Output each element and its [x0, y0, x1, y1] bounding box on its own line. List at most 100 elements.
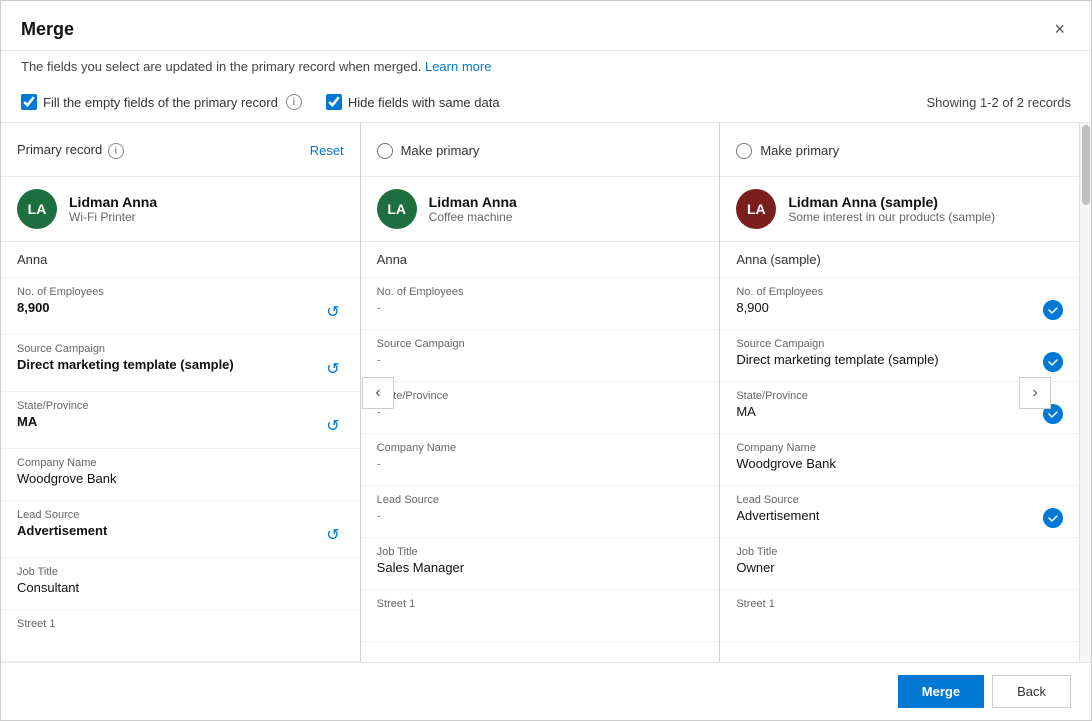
col3-label-employees: No. of Employees	[736, 286, 1035, 298]
col3-value-campaign: Direct marketing template (sample)	[736, 352, 1035, 367]
col1-label-leadsource: Lead Source	[17, 509, 322, 521]
col2-column: Make primary LA Lidman Anna Coffee machi…	[361, 123, 721, 662]
col1-field-employees: No. of Employees 8,900 ↺	[1, 278, 360, 335]
col2-label-campaign: Source Campaign	[377, 338, 704, 350]
col2-label-jobtitle: Job Title	[377, 546, 704, 558]
dialog-subtitle: The fields you select are updated in the…	[1, 51, 1091, 86]
col1-action-leadsource[interactable]: ↺	[322, 521, 343, 549]
primary-info-icon[interactable]: i	[108, 143, 124, 159]
scrollbar[interactable]	[1079, 123, 1091, 662]
col2-field-state: State/Province -	[361, 382, 720, 434]
col2-label-employees: No. of Employees	[377, 286, 704, 298]
col1-value-state: MA	[17, 414, 322, 429]
col1-avatar-initials: LA	[28, 201, 47, 217]
col2-label-street: Street 1	[377, 598, 704, 610]
col3-header: Make primary	[720, 123, 1079, 177]
hide-same-checkbox[interactable]	[326, 94, 342, 110]
col3-check-campaign	[1043, 352, 1063, 372]
col1-avatar: LA	[17, 189, 57, 229]
col3-value-company: Woodgrove Bank	[736, 456, 1063, 471]
columns-area: Primary record i Reset LA Lidman Anna Wi…	[1, 123, 1091, 662]
fill-empty-option[interactable]: Fill the empty fields of the primary rec…	[21, 94, 302, 110]
back-button[interactable]: Back	[992, 675, 1071, 708]
col1-field-street: Street 1	[1, 610, 360, 662]
fill-empty-checkbox[interactable]	[21, 94, 37, 110]
col1-label-campaign: Source Campaign	[17, 343, 322, 355]
col1-value-campaign: Direct marketing template (sample)	[17, 357, 322, 372]
col1-action-state[interactable]: ↺	[322, 412, 343, 440]
col2-label-state: State/Province	[377, 390, 704, 402]
col1-action-campaign[interactable]: ↺	[322, 355, 343, 383]
col2-header: Make primary	[361, 123, 720, 177]
col2-header-label: Make primary	[401, 143, 480, 158]
col2-value-leadsource: -	[377, 508, 704, 523]
records-count: Showing 1-2 of 2 records	[926, 95, 1071, 110]
dialog-header: Merge ×	[1, 1, 1091, 51]
col3-header-label: Make primary	[760, 143, 839, 158]
col3-label-street: Street 1	[736, 598, 1063, 610]
col1-label-jobtitle: Job Title	[17, 566, 344, 578]
col2-radio[interactable]	[377, 143, 393, 159]
fill-empty-label: Fill the empty fields of the primary rec…	[43, 95, 278, 110]
col2-field-jobtitle: Job Title Sales Manager	[361, 538, 720, 590]
col1-record-card: LA Lidman Anna Wi-Fi Printer	[1, 177, 360, 242]
col1-record-sub: Wi-Fi Printer	[69, 210, 157, 224]
col3-check-leadsource	[1043, 508, 1063, 528]
col3-avatar: LA	[736, 189, 776, 229]
col2-value-campaign: -	[377, 352, 704, 367]
col2-avatar-initials: LA	[387, 201, 406, 217]
col3-field-employees: No. of Employees 8,900	[720, 278, 1079, 330]
col1-action-employees[interactable]: ↺	[322, 298, 343, 326]
col2-make-primary-label[interactable]: Make primary	[377, 143, 480, 159]
col1-value-leadsource: Advertisement	[17, 523, 322, 538]
col2-record-info: Lidman Anna Coffee machine	[429, 194, 517, 224]
col2-value-jobtitle: Sales Manager	[377, 560, 704, 575]
col1-label-employees: No. of Employees	[17, 286, 322, 298]
col3-value-jobtitle: Owner	[736, 560, 1063, 575]
col3-record-info: Lidman Anna (sample) Some interest in ou…	[788, 194, 995, 224]
learn-more-link[interactable]: Learn more	[425, 59, 491, 74]
close-button[interactable]: ×	[1048, 17, 1071, 42]
col2-field-campaign: Source Campaign -	[361, 330, 720, 382]
col2-field-street: Street 1	[361, 590, 720, 642]
fill-empty-info-icon[interactable]: i	[286, 94, 302, 110]
col1-record-info: Lidman Anna Wi-Fi Printer	[69, 194, 157, 224]
col2-field-company: Company Name -	[361, 434, 720, 486]
col3-value-employees: 8,900	[736, 300, 1035, 315]
primary-column: Primary record i Reset LA Lidman Anna Wi…	[1, 123, 361, 662]
merge-button[interactable]: Merge	[898, 675, 984, 708]
options-bar: Fill the empty fields of the primary rec…	[1, 86, 1091, 123]
col1-value-employees: 8,900	[17, 300, 322, 315]
col3-record-card: LA Lidman Anna (sample) Some interest in…	[720, 177, 1079, 242]
col3-value-leadsource: Advertisement	[736, 508, 1035, 523]
scrollbar-thumb[interactable]	[1082, 125, 1090, 205]
nav-arrow-left[interactable]: ‹	[362, 377, 394, 409]
primary-record-label: Primary record i	[17, 142, 124, 160]
nav-arrow-right[interactable]: ›	[1019, 377, 1051, 409]
reset-button[interactable]: Reset	[310, 143, 344, 158]
col2-field-employees: No. of Employees -	[361, 278, 720, 330]
col2-field-leadsource: Lead Source -	[361, 486, 720, 538]
col3-radio[interactable]	[736, 143, 752, 159]
hide-same-label: Hide fields with same data	[348, 95, 500, 110]
col2-value-employees: -	[377, 300, 704, 315]
col2-label-leadsource: Lead Source	[377, 494, 704, 506]
col1-field-state: State/Province MA ↺	[1, 392, 360, 449]
col2-record-card: LA Lidman Anna Coffee machine	[361, 177, 720, 242]
col3-label-leadsource: Lead Source	[736, 494, 1035, 506]
col3-label-company: Company Name	[736, 442, 1063, 454]
col3-label-state: State/Province	[736, 390, 1035, 402]
hide-same-option[interactable]: Hide fields with same data	[326, 94, 500, 110]
col1-record-name: Lidman Anna	[69, 194, 157, 210]
col1-header: Primary record i Reset	[1, 123, 360, 177]
dialog-title: Merge	[21, 19, 74, 40]
col2-simple-name: Anna	[361, 242, 720, 278]
dialog-footer: Merge Back	[1, 662, 1091, 720]
col2-value-company: -	[377, 456, 704, 471]
col1-field-company: Company Name Woodgrove Bank	[1, 449, 360, 501]
col1-field-jobtitle: Job Title Consultant	[1, 558, 360, 610]
col3-make-primary-label[interactable]: Make primary	[736, 143, 839, 159]
col3-record-name: Lidman Anna (sample)	[788, 194, 995, 210]
col1-label-company: Company Name	[17, 457, 344, 469]
col3-label-jobtitle: Job Title	[736, 546, 1063, 558]
